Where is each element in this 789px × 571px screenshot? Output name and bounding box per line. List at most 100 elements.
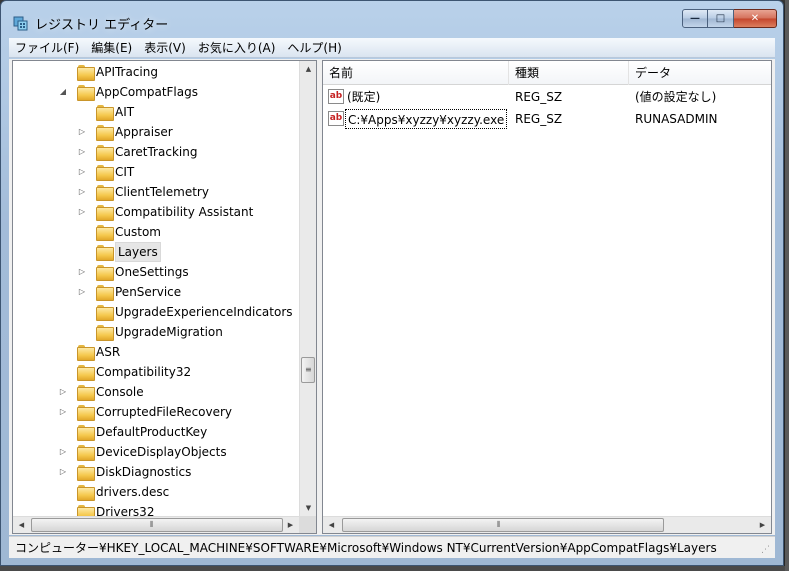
scroll-right-arrow-icon[interactable]: ▶ xyxy=(282,517,299,533)
menu-favorites[interactable]: お気に入り(A) xyxy=(192,38,282,58)
folder-icon xyxy=(96,105,114,121)
tree-node[interactable]: ▷ CorruptedFileRecovery xyxy=(13,403,298,421)
collapsed-arrow-icon[interactable]: ▷ xyxy=(58,407,68,417)
value-name: (既定) xyxy=(347,90,381,104)
collapsed-arrow-icon[interactable]: ▷ xyxy=(77,207,87,217)
registry-editor-icon xyxy=(13,16,28,31)
close-button[interactable]: ✕ xyxy=(734,9,777,28)
list-hscroll-thumb[interactable]: ⦀ xyxy=(342,518,664,532)
tree-node[interactable]: Custom xyxy=(13,223,298,241)
folder-icon xyxy=(96,305,114,321)
column-header-name[interactable]: 名前 xyxy=(323,61,509,85)
collapsed-arrow-icon[interactable]: ▷ xyxy=(58,467,68,477)
tree-hscroll-thumb[interactable]: ⦀ xyxy=(31,518,283,532)
value-type: REG_SZ xyxy=(515,112,563,126)
status-path: コンピューター¥HKEY_LOCAL_MACHINE¥SOFTWARE¥Micr… xyxy=(15,541,717,555)
menu-view[interactable]: 表示(V) xyxy=(138,38,192,58)
tree-node-label: Console xyxy=(96,385,144,399)
list-horizontal-scrollbar[interactable]: ◀ ⦀ ▶ xyxy=(323,516,771,533)
tree-node[interactable]: ▷ Console xyxy=(13,383,298,401)
tree-node[interactable]: ▷ Compatibility Assistant xyxy=(13,203,298,221)
collapsed-arrow-icon[interactable]: ▷ xyxy=(58,447,68,457)
tree-node[interactable]: Layers xyxy=(13,242,298,262)
tree-node[interactable]: ▷ CaretTracking xyxy=(13,143,298,161)
tree-node[interactable]: ▷ ClientTelemetry xyxy=(13,183,298,201)
collapsed-arrow-icon[interactable]: ▷ xyxy=(77,147,87,157)
folder-icon xyxy=(77,465,95,481)
tree-node[interactable]: UpgradeMigration xyxy=(13,323,298,341)
tree-node[interactable]: ▷ Appraiser xyxy=(13,123,298,141)
desktop-background xyxy=(0,566,789,571)
registry-editor-window: レジストリ エディター — □ ✕ ファイル(F) 編集(E) 表示(V) お気… xyxy=(0,0,784,566)
folder-icon xyxy=(96,245,114,261)
collapsed-arrow-icon[interactable]: ▷ xyxy=(77,287,87,297)
grip-icon: ≡ xyxy=(305,365,312,374)
tree-node-label: ClientTelemetry xyxy=(115,185,209,199)
tree-node-label: DeviceDisplayObjects xyxy=(96,445,227,459)
tree-node[interactable]: ▷ CIT xyxy=(13,163,298,181)
folder-icon xyxy=(96,265,114,281)
tree-node[interactable]: DefaultProductKey xyxy=(13,423,298,441)
title-bar[interactable]: レジストリ エディター — □ ✕ xyxy=(1,1,783,38)
size-grip-icon[interactable]: ⋰ xyxy=(761,544,773,556)
desktop-background xyxy=(785,0,789,571)
menu-help[interactable]: ヘルプ(H) xyxy=(281,38,347,58)
collapsed-arrow-icon[interactable]: ▷ xyxy=(77,167,87,177)
value-name: C:¥Apps¥xyzzy¥xyzzy.exe xyxy=(345,109,508,129)
content-area: APITracing ◢ AppCompatFlags AIT ▷ Appraiser ▷ C… xyxy=(9,59,775,535)
maximize-button[interactable]: □ xyxy=(708,9,734,28)
scroll-left-arrow-icon[interactable]: ◀ xyxy=(13,517,30,533)
list-row[interactable]: ab (既定) REG_SZ (値の設定なし) xyxy=(323,87,771,107)
tree-vertical-scrollbar[interactable]: ▲ ≡ ▼ xyxy=(299,61,316,517)
collapsed-arrow-icon[interactable]: ▷ xyxy=(77,127,87,137)
tree-node[interactable]: ASR xyxy=(13,343,298,361)
tree-node-label: APITracing xyxy=(96,65,158,79)
tree-node-label: DiskDiagnostics xyxy=(96,465,192,479)
minimize-button[interactable]: — xyxy=(682,9,708,28)
collapsed-arrow-icon[interactable]: ▷ xyxy=(77,187,87,197)
folder-icon xyxy=(96,285,114,301)
scroll-down-arrow-icon[interactable]: ▼ xyxy=(300,500,316,517)
scroll-up-arrow-icon[interactable]: ▲ xyxy=(300,61,316,78)
scroll-right-arrow-icon[interactable]: ▶ xyxy=(754,517,771,533)
tree-node[interactable]: ▷ DiskDiagnostics xyxy=(13,463,298,481)
tree-node[interactable]: ▷ DeviceDisplayObjects xyxy=(13,443,298,461)
folder-icon xyxy=(96,325,114,341)
registry-tree[interactable]: APITracing ◢ AppCompatFlags AIT ▷ Appraiser ▷ C… xyxy=(12,60,317,534)
tree-horizontal-scrollbar[interactable]: ◀ ⦀ ▶ xyxy=(13,516,299,533)
tree-node[interactable]: ▷ PenService xyxy=(13,283,298,301)
tree-node[interactable]: Compatibility32 xyxy=(13,363,298,381)
column-header-data[interactable]: データ xyxy=(629,61,771,85)
list-row[interactable]: ab C:¥Apps¥xyzzy¥xyzzy.exe REG_SZ RUNASA… xyxy=(323,109,771,129)
tree-vscroll-thumb[interactable]: ≡ xyxy=(301,357,315,383)
scroll-left-arrow-icon[interactable]: ◀ xyxy=(323,517,340,533)
tree-node-label: Compatibility Assistant xyxy=(115,205,254,219)
menu-edit[interactable]: 編集(E) xyxy=(85,38,138,58)
folder-icon xyxy=(96,225,114,241)
folder-icon xyxy=(96,165,114,181)
menu-file[interactable]: ファイル(F) xyxy=(9,38,85,58)
tree-node[interactable]: APITracing xyxy=(13,63,298,81)
tree-node-label: Custom xyxy=(115,225,161,239)
tree-node-label: CIT xyxy=(115,165,135,179)
value-type: REG_SZ xyxy=(515,90,563,104)
expanded-arrow-icon[interactable]: ◢ xyxy=(58,87,68,97)
tree-node-label: AppCompatFlags xyxy=(96,85,198,99)
folder-icon xyxy=(77,385,95,401)
tree-node[interactable]: UpgradeExperienceIndicators xyxy=(13,303,298,321)
tree-node[interactable]: ▷ OneSettings xyxy=(13,263,298,281)
values-list[interactable]: 名前 種類 データ ab (既定) REG_SZ (値の設定なし) ab C:¥… xyxy=(322,60,772,534)
grip-icon: ⦀ xyxy=(150,520,154,529)
collapsed-arrow-icon[interactable]: ▷ xyxy=(58,387,68,397)
collapsed-arrow-icon[interactable]: ▷ xyxy=(77,267,87,277)
tree-node[interactable]: ◢ AppCompatFlags xyxy=(13,83,298,101)
tree-node[interactable]: AIT xyxy=(13,103,298,121)
tree-node[interactable]: drivers.desc xyxy=(13,483,298,501)
folder-icon xyxy=(77,365,95,381)
tree-node-label: Compatibility32 xyxy=(96,365,192,379)
folder-icon xyxy=(96,205,114,221)
close-icon: ✕ xyxy=(750,13,760,24)
column-header-type[interactable]: 種類 xyxy=(509,61,629,85)
menu-bar: ファイル(F) 編集(E) 表示(V) お気に入り(A) ヘルプ(H) xyxy=(9,38,775,58)
folder-icon xyxy=(77,405,95,421)
